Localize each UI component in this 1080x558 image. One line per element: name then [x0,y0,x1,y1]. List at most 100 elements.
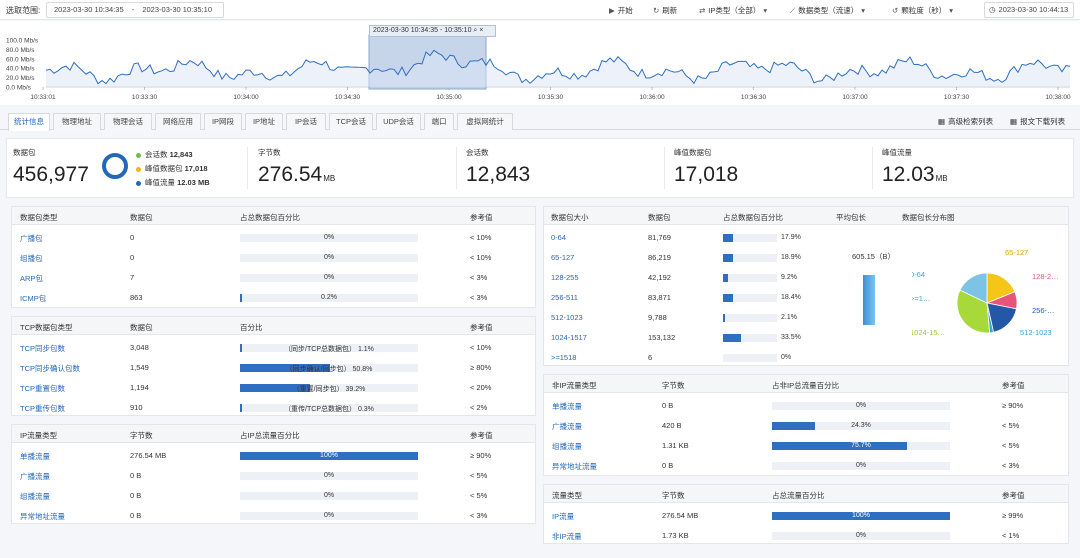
time-range-picker[interactable]: 2023-03-30 10:34:35 - 2023-03-30 10:35:1… [46,2,224,18]
row-name-link[interactable]: TCP同步包数 [20,343,65,354]
tab-tcp-session[interactable]: TCP会话 [329,113,373,130]
bytes-unit: MB [323,174,336,183]
percent-label: 0% [323,471,335,479]
row-name-link[interactable]: 512-1023 [551,313,583,322]
row-value: 276.54 MB [130,451,167,460]
tab-mac-session[interactable]: 物理会话 [104,113,152,130]
table-row: IP流量 276.54 MB 100% ≥ 99% [544,505,1068,525]
row-name-link[interactable]: 单播流量 [552,401,582,412]
chart-line-icon: ⟋ [790,6,796,15]
row-name-link[interactable]: IP流量 [552,511,574,522]
peak-flow-summary: 峰值流量 12.03MB [876,139,1074,197]
row-name-link[interactable]: 256-511 [551,293,578,302]
percent-label: （同步/TCP总数据包） 1.1% [284,345,374,353]
row-name-link[interactable]: 异常地址流量 [552,461,597,472]
tab-vlan-stats[interactable]: 虚拟网统计 [457,113,513,130]
tab-application[interactable]: 网络应用 [155,113,201,130]
granularity-dropdown[interactable]: ↺ 颗粒度（秒） ▾ [892,5,956,16]
percent-bar: 0% [240,472,418,480]
row-name-link[interactable]: TCP同步确认包数 [20,363,80,374]
percent-label: 18.9% [781,253,801,261]
percent-label: 75.7% [851,441,871,449]
selection-label: 2023-03-30 10:34:35 - 10:35:10 [373,27,472,34]
start-button[interactable]: ▶ 开始 [609,5,633,16]
selection-tooltip[interactable]: 2023-03-30 10:34:35 - 10:35:10 ⌕ × [369,25,496,37]
x-tick-label: 10:36:00 [639,94,665,101]
row-name-link[interactable]: 广播流量 [20,471,50,482]
sessions-label: 会话数 [466,148,489,157]
grid-icon: ▦ [1010,117,1018,126]
row-name-link[interactable]: >=1518 [551,353,576,362]
table-header: TCP数据包类型 数据包 百分比 参考值 [12,317,535,335]
legend-label: 会话数 [145,150,168,159]
row-reference: ≥ 80% [470,363,492,372]
percent-bar: 9.2% [723,274,797,282]
advanced-search-list-button[interactable]: ▦ 高级检索列表 [938,116,993,127]
current-time[interactable]: ◷ 2023-03-30 10:44:13 [984,2,1074,18]
row-name-link[interactable]: 0-64 [551,233,566,242]
percent-bar-fill [723,274,728,282]
table-row: 组播流量 0 B 0% < 5% [12,485,535,505]
data-type-dropdown[interactable]: ⟋ 数据类型（流速） ▾ [790,5,868,16]
refresh-button[interactable]: ↻ 刷新 [653,5,677,16]
percent-bar-fill [723,314,725,322]
row-name-link[interactable]: 128-255 [551,273,579,282]
close-icon[interactable]: × [479,27,483,34]
row-name-link[interactable]: TCP重传包数 [20,403,65,414]
packets-value: 456,977 [13,163,89,186]
table-header: 数据包大小 数据包 占总数据包百分比 平均包长 数据包长分布图 [544,207,1068,225]
col-type: IP流量类型 [20,431,58,440]
packet-download-list-button[interactable]: ▦ 报文下载列表 [1010,116,1065,127]
sessions-summary: 会话数 12,843 [460,139,660,197]
tab-ip-segment[interactable]: IP网段 [204,113,242,130]
tab-port[interactable]: 端口 [424,113,454,130]
row-reference: < 3% [1002,461,1020,470]
percent-label: 0% [781,353,792,361]
tab-mac[interactable]: 物理地址 [53,113,101,130]
row-name-link[interactable]: 广播包 [20,233,43,244]
col-packets: 数据包 [130,213,153,222]
bytes-label: 字节数 [258,148,281,157]
col-type: TCP数据包类型 [20,323,73,332]
size-distribution-pie[interactable]: 65-127 128-2… 256-… 512-1023 1024-15… >=1… 0-6… [912,243,1062,363]
row-name-link[interactable]: 65-127 [551,253,574,262]
table-row: TCP重置包数 1,194 （重置/同步包） 39.2% < 20% [12,377,535,397]
row-value: 153,132 [648,333,676,342]
row-name-link[interactable]: 异常地址流量 [20,511,65,522]
row-name-link[interactable]: 1024-1517 [551,333,587,342]
tab-bar: 统计信息 物理地址 物理会话 网络应用 IP网段 IP地址 IP会话 TCP会话… [0,110,1080,131]
percent-label: 0% [855,531,867,539]
percent-bar: （重置/同步包） 39.2% [240,384,418,393]
y-tick-label: 0.0 Mb/s [6,85,32,92]
row-name-link[interactable]: 组播流量 [20,491,50,502]
row-name-link[interactable]: 非IP流量 [552,531,582,542]
row-name-link[interactable]: ICMP包 [20,293,46,304]
table-row: 非IP流量 1.73 KB 0% < 1% [544,525,1068,545]
row-name-link[interactable]: 单播流量 [20,451,50,462]
traffic-chart-svg[interactable]: 100.0 Mb/s 80.0 Mb/s 60.0 Mb/s 40.0 Mb/s 20.… [0,21,1080,105]
tab-udp-session[interactable]: UDP会话 [376,113,421,130]
ip-type-dropdown[interactable]: ⇄ IP类型（全部） ▾ [699,5,770,16]
col-size: 数据包大小 [551,213,589,222]
row-name-link[interactable]: ARP包 [20,273,43,284]
row-value: 9,788 [648,313,667,322]
search-icon[interactable]: ⌕ [473,27,477,34]
row-value: 0 B [662,401,674,410]
row-name-link[interactable]: 广播流量 [552,421,582,432]
row-reference: < 2% [470,403,488,412]
traffic-chart[interactable]: 100.0 Mb/s 80.0 Mb/s 60.0 Mb/s 40.0 Mb/s 20.… [0,21,1080,105]
legend-dot [136,180,141,186]
row-value: 910 [130,403,143,412]
tab-ip-session[interactable]: IP会话 [286,113,326,130]
x-tick-label: 10:33:01 [30,94,56,101]
col-packets: 数据包 [130,323,153,332]
percent-bar-fill [723,294,733,302]
row-reference: < 3% [470,511,488,520]
legend-peak-flow: 峰值流量 12.03 MB [136,177,210,188]
tab-ip-address[interactable]: IP地址 [245,113,283,130]
col-percent: 占总数据包百分比 [240,213,300,222]
row-name-link[interactable]: TCP重置包数 [20,383,65,394]
tab-statistics[interactable]: 统计信息 [8,113,50,131]
row-name-link[interactable]: 组播包 [20,253,43,264]
row-name-link[interactable]: 组播流量 [552,441,582,452]
